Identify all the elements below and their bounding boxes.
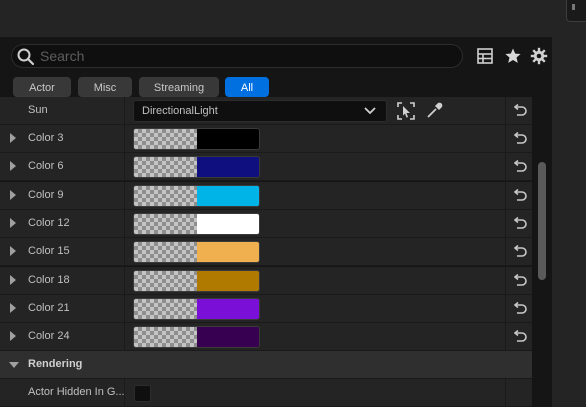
search-box[interactable] bbox=[11, 44, 463, 68]
color-property-row: Color 15 bbox=[0, 238, 532, 267]
color-property-row: Color 12 bbox=[0, 209, 532, 238]
sun-actor-dropdown[interactable]: DirectionalLight bbox=[133, 100, 387, 122]
color-label: Color 9 bbox=[28, 188, 64, 201]
reset-to-default-icon[interactable] bbox=[512, 330, 528, 344]
color-label: Color 12 bbox=[28, 216, 70, 229]
reset-to-default-icon[interactable] bbox=[512, 301, 528, 316]
color-preview bbox=[197, 129, 259, 149]
sun-value: DirectionalLight bbox=[142, 105, 218, 117]
expand-arrow-icon[interactable] bbox=[10, 161, 16, 172]
panel-header-area bbox=[0, 0, 552, 37]
property-grid: Sun DirectionalLight Color 3 Color 6 Col… bbox=[0, 97, 552, 407]
color-swatch[interactable] bbox=[133, 184, 260, 207]
reset-to-default-icon[interactable] bbox=[512, 188, 528, 203]
settings-gear-icon[interactable] bbox=[530, 47, 548, 65]
actor-hidden-label: Actor Hidden In G... bbox=[28, 386, 125, 398]
expand-arrow-icon[interactable] bbox=[10, 274, 16, 285]
alpha-preview bbox=[134, 185, 197, 206]
expand-arrow-icon[interactable] bbox=[10, 133, 16, 143]
adjacent-panel-edge bbox=[552, 0, 586, 407]
color-label: Color 15 bbox=[28, 245, 70, 258]
color-label: Color 18 bbox=[28, 273, 70, 286]
alpha-preview bbox=[134, 242, 197, 263]
color-property-row: Color 18 bbox=[0, 266, 532, 295]
color-label: Color 3 bbox=[28, 132, 64, 144]
filter-streaming-button[interactable]: Streaming bbox=[139, 77, 219, 97]
color-preview bbox=[197, 298, 259, 319]
color-swatch[interactable] bbox=[133, 128, 260, 150]
color-swatch[interactable] bbox=[133, 241, 260, 264]
collapse-arrow-icon bbox=[9, 362, 19, 368]
actor-hidden-in-game-row: Actor Hidden In G... bbox=[0, 379, 532, 407]
color-label: Color 24 bbox=[28, 330, 70, 343]
search-row bbox=[0, 37, 552, 74]
favorite-star-icon[interactable] bbox=[504, 47, 522, 65]
color-preview bbox=[197, 157, 259, 178]
chevron-down-icon bbox=[364, 107, 376, 115]
reset-to-default-icon[interactable] bbox=[512, 273, 528, 288]
select-actor-icon[interactable] bbox=[397, 102, 415, 120]
sun-label: Sun bbox=[28, 104, 48, 116]
alpha-preview bbox=[134, 270, 197, 291]
alpha-preview bbox=[134, 298, 197, 319]
color-preview bbox=[197, 270, 259, 291]
color-property-row: Color 24 bbox=[0, 323, 532, 352]
color-swatch[interactable] bbox=[133, 269, 260, 292]
actor-hidden-checkbox[interactable] bbox=[134, 385, 151, 402]
expand-arrow-icon[interactable] bbox=[10, 217, 16, 228]
search-icon bbox=[17, 48, 35, 66]
reset-to-default-icon[interactable] bbox=[512, 104, 528, 118]
color-swatch[interactable] bbox=[133, 212, 260, 235]
color-preview bbox=[197, 242, 259, 263]
expand-arrow-icon[interactable] bbox=[10, 246, 16, 257]
filter-actor-button[interactable]: Actor bbox=[13, 77, 71, 97]
search-input[interactable] bbox=[40, 46, 450, 66]
adjacent-tab[interactable] bbox=[566, 0, 586, 22]
sun-property-row: Sun DirectionalLight bbox=[0, 97, 532, 125]
color-property-row: Color 6 bbox=[0, 153, 532, 182]
eyedropper-picker-icon[interactable] bbox=[425, 102, 443, 120]
reset-to-default-icon[interactable] bbox=[512, 245, 528, 259]
details-panel: Actor Misc Streaming All Sun Directional… bbox=[0, 0, 552, 407]
color-swatch[interactable] bbox=[133, 326, 260, 349]
rendering-section-header[interactable]: Rendering bbox=[0, 351, 532, 379]
color-preview bbox=[197, 213, 259, 234]
scrollbar-thumb[interactable] bbox=[538, 162, 546, 280]
color-property-row: Color 21 bbox=[0, 294, 532, 323]
color-swatch[interactable] bbox=[133, 297, 260, 320]
color-label: Color 21 bbox=[28, 301, 70, 314]
color-swatch[interactable] bbox=[133, 156, 260, 179]
alpha-preview bbox=[134, 129, 197, 149]
color-preview bbox=[197, 327, 259, 348]
reset-to-default-icon[interactable] bbox=[512, 132, 528, 146]
alpha-preview bbox=[134, 213, 197, 234]
reset-to-default-icon[interactable] bbox=[512, 216, 528, 231]
expand-arrow-icon[interactable] bbox=[10, 189, 16, 200]
alpha-preview bbox=[134, 157, 197, 178]
filter-misc-button[interactable]: Misc bbox=[78, 77, 132, 97]
color-label: Color 6 bbox=[28, 160, 64, 173]
expand-arrow-icon[interactable] bbox=[10, 302, 16, 313]
color-property-row: Color 3 bbox=[0, 125, 532, 153]
rendering-section-label: Rendering bbox=[28, 358, 83, 370]
color-preview bbox=[197, 185, 259, 206]
filter-all-button[interactable]: All bbox=[225, 77, 269, 97]
color-property-row: Color 9 bbox=[0, 181, 532, 210]
reset-to-default-icon[interactable] bbox=[512, 160, 528, 174]
expand-arrow-icon[interactable] bbox=[10, 331, 16, 342]
table-view-icon[interactable] bbox=[476, 47, 494, 65]
alpha-preview bbox=[134, 327, 197, 348]
